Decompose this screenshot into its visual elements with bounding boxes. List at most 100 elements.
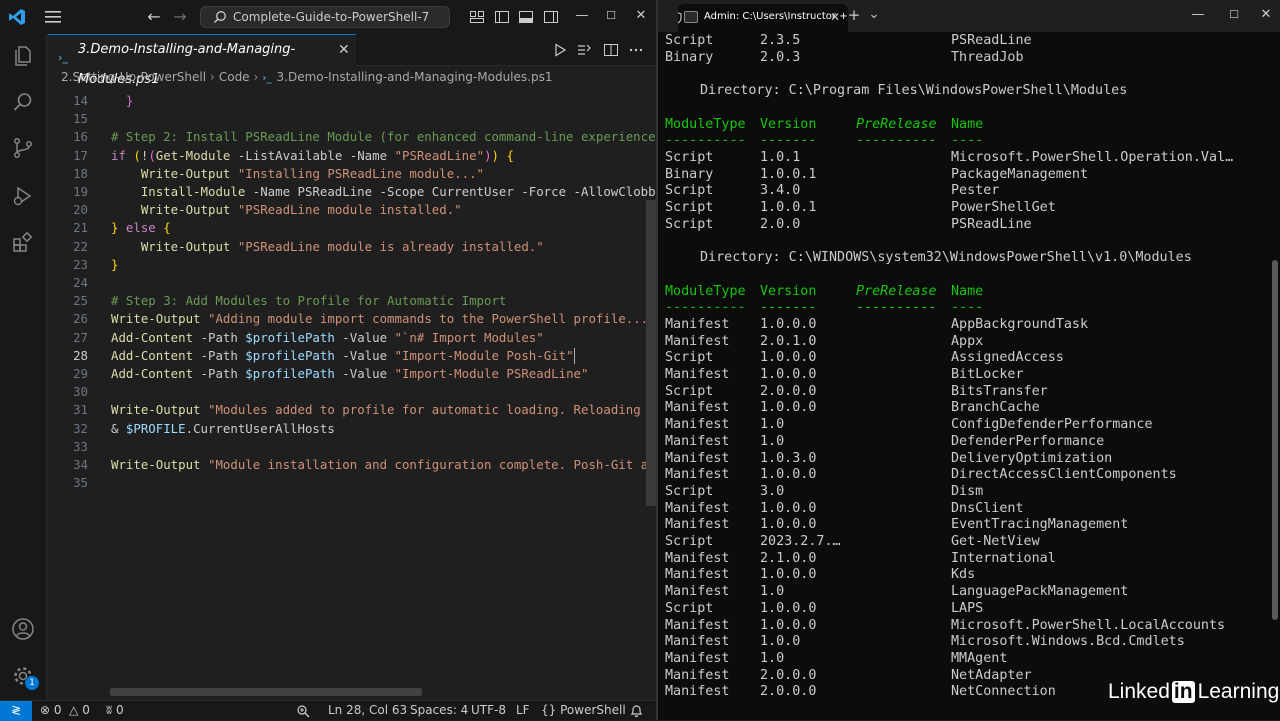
code-token: -Name PSReadLine -Scope CurrentUser -For… [245,184,656,199]
toggle-secondary-sidebar-icon[interactable] [543,9,559,25]
more-actions-icon[interactable] [628,42,644,58]
code-line[interactable]: 26 Write-Output "Adding module import com… [48,310,656,328]
horizontal-scrollbar[interactable] [110,688,422,696]
extensions-icon[interactable] [11,230,35,254]
dropdown-chevron-icon[interactable]: ⌄ [866,7,882,23]
terminal-tab-close-icon[interactable]: ✕ [830,4,840,30]
code-line[interactable]: 28 Add-Content -Path $profilePath -Value … [48,347,656,365]
terminal-maximize-icon[interactable]: ☐ [1226,7,1242,23]
shield-icon [678,12,682,24]
run-and-debug-icon[interactable] [11,184,35,208]
terminal-tab[interactable]: Admin: C:\Users\Instructor + P ✕ [678,4,848,32]
vertical-scrollbar[interactable] [646,200,656,506]
encoding[interactable]: UTF-8 [471,701,506,720]
toggle-panel-icon[interactable] [518,9,534,25]
cursor-position[interactable]: Ln 28, Col 63 [328,701,407,720]
breadcrumb-folder[interactable]: 2.Setting-Up-PowerShell [61,70,206,84]
code-line[interactable]: 20 Write-Output "PSReadLine module insta… [48,201,656,219]
code-line[interactable]: 15 [48,110,656,128]
table-row: Script 1.0.0.1 PowerShellGet [665,199,1275,216]
forward-arrow-icon[interactable]: → [172,8,188,26]
zoom-icon[interactable] [296,704,310,718]
table-row: Script 3.0 Dism [665,483,1275,500]
vscode-window: ← → Complete-Guide-to-PowerShell-7 — ☐ ✕ [0,0,656,721]
code-line[interactable]: 17 if (!(Get-Module -ListAvailable -Name … [48,147,656,165]
table-cell: 2.0.1.0 [760,333,817,349]
search-icon[interactable] [11,90,35,114]
table-cell: AppBackgroundTask [951,316,1089,332]
code-line[interactable]: 18 Write-Output "Installing PSReadLine m… [48,165,656,183]
code-line[interactable]: 22 Write-Output "PSReadLine module is al… [48,238,656,256]
code-line[interactable]: 24 [48,274,656,292]
code-token: "PSReadLine" [394,147,485,163]
code-line[interactable]: 29 Add-Content -Path $profilePath -Value … [48,365,656,383]
code-line[interactable]: 16 # Step 2: Install PSReadLine Module (f… [48,128,656,146]
code-token: -Value [334,329,395,345]
code-line[interactable]: 31 Write-Output "Modules added to profile… [48,401,656,419]
menu-icon[interactable] [44,9,62,25]
toggle-primary-sidebar-icon[interactable] [494,9,510,25]
customize-layout-icon[interactable] [469,9,485,25]
tab-active-file[interactable]: ›_ 3.Demo-Installing-and-Managing-Module… [48,34,356,87]
table-cell: 3.0 [760,483,785,499]
run-icon[interactable] [552,42,568,58]
problems-indicator[interactable]: ⊗ 0 △ 0 [40,701,90,720]
table-cell: ---- [951,133,984,149]
split-editor-icon[interactable] [603,42,619,58]
table-cell: Manifest [665,634,730,650]
terminal-minimize-icon[interactable]: — [1190,7,1206,23]
compare-changes-icon[interactable] [576,42,592,58]
accounts-icon[interactable] [11,617,35,641]
code-text: } else { [111,219,171,237]
line-number: 29 [73,366,88,381]
table-row: Binary 2.0.3 ThreadJob [665,49,1275,66]
code-line[interactable]: 19 Install-Module -Name PSReadLine -Scop… [48,183,656,201]
code-line[interactable]: 23} [48,256,656,274]
terminal-close-icon[interactable]: ✕ [1258,7,1274,23]
breadcrumb-subfolder[interactable]: Code [219,70,250,84]
code-line[interactable]: 32 & $PROFILE.CurrentUserAllHosts [48,420,656,438]
table-cell: Script [665,534,714,549]
terminal-output[interactable]: Script 2.3.5 PSReadLine Binary 2.0.3 ThreadJo… [665,32,1275,720]
indentation[interactable]: Spaces: 4 [410,701,468,720]
code-token: "Import-Module PSReadLine" [394,366,589,381]
close-icon[interactable]: ✕ [633,8,649,24]
end-of-line[interactable]: LF [516,701,530,720]
code-line[interactable]: 25 # Step 3: Add Modules to Profile for A… [48,292,656,310]
vscode-logo-icon [9,9,25,25]
table-row: Manifest 1.0.0.0 DirectAccessClientCompone… [665,466,1275,483]
table-cell: 1.0.0.0 [760,467,817,483]
new-tab-plus-icon[interactable]: + [846,7,862,23]
explorer-icon[interactable] [11,44,35,68]
code-token: # Step 2: Install PSReadLine Module (for… [111,129,656,145]
language-mode[interactable]: {} PowerShell [541,701,626,720]
code-editor[interactable]: 14 } 15 16 # Step 2: Install PSReadLine Mod… [48,88,656,686]
remote-indicator-icon[interactable]: ≷ [0,701,32,721]
code-line[interactable]: 14 } [48,92,656,110]
code-line[interactable]: 21} else { [48,219,656,237]
breadcrumb-file[interactable]: 3.Demo-Installing-and-Managing-Modules.p… [277,70,553,84]
ports-indicator[interactable]: ʬ 0 [106,701,124,720]
code-line[interactable]: 27 Add-Content -Path $profilePath -Value … [48,329,656,347]
table-cell: PreRelease [856,116,937,132]
code-token: $profilePath [245,329,335,345]
table-row: Script 1.0.1 Microsoft.PowerShell.Operatio… [665,149,1275,166]
code-line[interactable]: 33 [48,438,656,456]
code-line[interactable]: 35 [48,474,656,492]
command-center-search[interactable]: Complete-Guide-to-PowerShell-7 [200,6,450,28]
source-control-icon[interactable] [11,136,35,160]
code-line[interactable]: 30 [48,383,656,401]
terminal-scrollbar[interactable] [1272,260,1278,620]
table-cell: NetConnection [951,684,1056,700]
code-line[interactable]: 34 Write-Output "Module installation and … [48,456,656,474]
table-row: Script 2.0.0 PSReadLine [665,216,1275,233]
code-token: -Path [193,347,246,363]
maximize-icon[interactable]: ☐ [603,8,619,24]
bell-icon[interactable] [630,704,643,718]
table-cell: 1.0 [760,650,785,666]
table-row: Script 1.0.0.0 AssignedAccess [665,349,1275,366]
back-arrow-icon[interactable]: ← [146,8,162,26]
minimize-icon[interactable]: — [574,8,590,24]
table-cell: LAPS [951,600,984,616]
tab-close-icon[interactable]: ✕ [338,35,350,65]
